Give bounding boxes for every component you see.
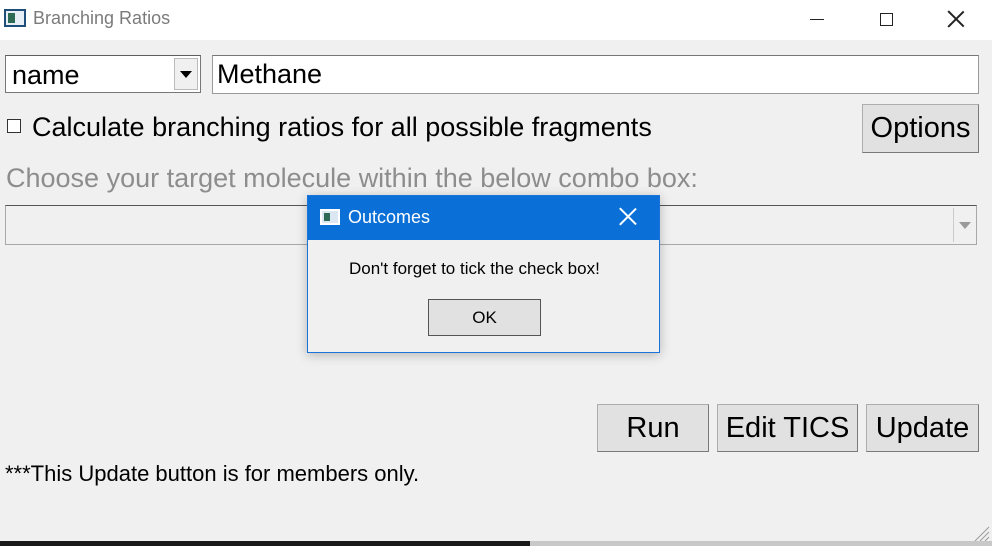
- taskbar-edge: [0, 541, 530, 546]
- close-icon: [618, 207, 636, 225]
- ok-button[interactable]: OK: [428, 299, 541, 336]
- all-fragments-label: Calculate branching ratios for all possi…: [32, 112, 652, 142]
- dialog-titlebar: Outcomes: [308, 196, 659, 240]
- outcomes-dialog: Outcomes Don't forget to tick the check …: [307, 195, 660, 353]
- minimize-button[interactable]: [785, 0, 849, 38]
- search-type-value: name: [12, 60, 80, 90]
- close-button[interactable]: [924, 0, 988, 38]
- edit-tics-button[interactable]: Edit TICS: [717, 404, 858, 452]
- search-type-select[interactable]: name: [5, 55, 201, 93]
- dialog-window-icon: [320, 209, 340, 225]
- taskbar-edge-light: [530, 541, 992, 546]
- maximize-icon: [879, 12, 893, 26]
- target-molecule-prompt: Choose your target molecule within the b…: [6, 163, 698, 193]
- members-only-note: ***This Update button is for members onl…: [5, 461, 420, 486]
- dialog-close-button[interactable]: [618, 207, 640, 229]
- dropdown-arrow-button[interactable]: [174, 58, 198, 90]
- maximize-button[interactable]: [854, 0, 918, 38]
- chevron-down-icon: [958, 221, 971, 229]
- molecule-name-input[interactable]: Methane: [212, 55, 979, 94]
- window-titlebar: Branching Ratios: [0, 0, 992, 40]
- dialog-message: Don't forget to tick the check box!: [349, 259, 600, 278]
- app-window-icon: [4, 9, 26, 27]
- options-button[interactable]: Options: [862, 104, 979, 153]
- close-icon: [947, 10, 965, 28]
- combo-dropdown-arrow[interactable]: [953, 208, 975, 242]
- resize-grip-icon[interactable]: [970, 522, 990, 542]
- minimize-icon: [810, 18, 824, 20]
- dialog-title: Outcomes: [348, 207, 431, 227]
- chevron-down-icon: [180, 70, 192, 78]
- update-button[interactable]: Update: [866, 404, 979, 452]
- run-button[interactable]: Run: [597, 404, 709, 452]
- window-title: Branching Ratios: [33, 8, 171, 28]
- all-fragments-checkbox[interactable]: [7, 119, 21, 133]
